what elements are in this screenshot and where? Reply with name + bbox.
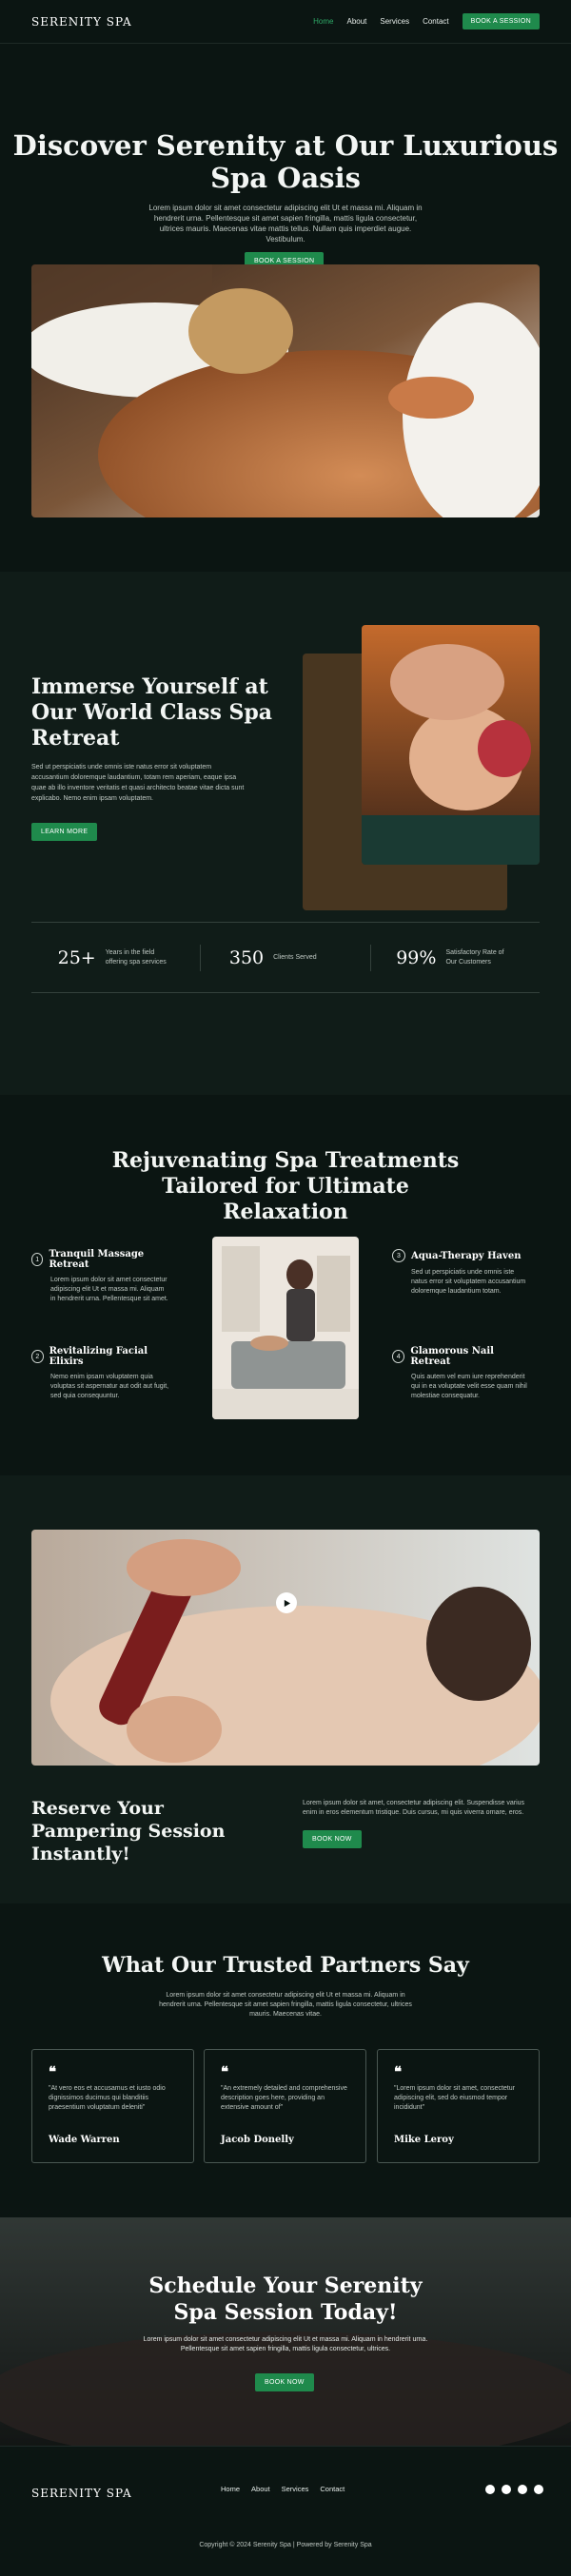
treatment-item-4: 4 Glamorous Nail Retreat Quis autem vel e… <box>392 1346 530 1401</box>
nav-book-button[interactable]: BOOK A SESSION <box>462 13 540 29</box>
treatment-item-2: 2 Revitalizing Facial Elixirs Nemo enim i… <box>31 1346 169 1401</box>
testimonials-section: What Our Trusted Partners Say Lorem ipsu… <box>0 1903 571 2217</box>
testimonial-name: Jacob Donelly <box>221 2135 294 2145</box>
facial-massage-image <box>362 625 540 865</box>
hero-title: Discover Serenity at Our Luxurious Spa O… <box>12 129 559 194</box>
testimonial-name: Wade Warren <box>49 2135 120 2145</box>
stat-clients-value: 350 <box>228 946 265 968</box>
treatment-title: Glamorous Nail Retreat <box>410 1346 494 1367</box>
treatment-text: Nemo enim ipsam voluptatem quia voluptas… <box>50 1374 169 1399</box>
schedule-cta-section: Schedule Your Serenity Spa Session Today… <box>0 2217 571 2446</box>
testimonials-text: Lorem ipsum dolor sit amet consectetur a… <box>159 1992 412 2018</box>
footer-link-about[interactable]: About <box>251 2485 270 2493</box>
testimonial-quote: "An extremely detailed and comprehensive… <box>221 2085 347 2111</box>
stat-satisfaction-value: 99% <box>396 946 437 968</box>
immerse-section: Immerse Yourself at Our World Class Spa … <box>0 572 571 1095</box>
brand-logo[interactable]: SERENITY SPA <box>31 15 132 29</box>
play-icon <box>284 1599 290 1607</box>
treatment-text: Lorem ipsum dolor sit amet consectetur a… <box>50 1277 168 1302</box>
hero-section: Discover Serenity at Our Luxurious Spa O… <box>0 44 571 572</box>
nav-link-services[interactable]: Services <box>380 17 409 26</box>
social-icons <box>485 2485 543 2494</box>
footer-brand[interactable]: SERENITY SPA <box>31 2487 132 2500</box>
facebook-icon[interactable] <box>485 2485 495 2494</box>
cta-title: Schedule Your Serenity Spa Session Today… <box>148 2274 423 2325</box>
treatments-section: Rejuvenating Spa Treatments Tailored for… <box>0 1095 571 1475</box>
book-now-button[interactable]: BOOK NOW <box>303 1830 362 1848</box>
spa-room-image <box>212 1237 359 1419</box>
footer-link-home[interactable]: Home <box>221 2485 240 2493</box>
treatment-number: 3 <box>392 1249 405 1262</box>
reserve-title: Reserve Your Pampering Session Instantly… <box>31 1798 226 1864</box>
treatments-title: Rejuvenating Spa Treatments Tailored for… <box>111 1148 460 1224</box>
footer-link-services[interactable]: Services <box>282 2485 309 2493</box>
quote-icon: ❝ <box>221 2064 229 2080</box>
nav-link-contact[interactable]: Contact <box>423 17 449 26</box>
quote-icon: ❝ <box>394 2064 403 2080</box>
testimonial-name: Mike Leroy <box>394 2135 454 2145</box>
play-button[interactable] <box>276 1592 297 1613</box>
nav-link-about[interactable]: About <box>346 17 366 26</box>
testimonial-card: ❝ "An extremely detailed and comprehensi… <box>204 2049 366 2163</box>
spa-video-thumbnail[interactable] <box>31 1530 540 1766</box>
quote-icon: ❝ <box>49 2064 57 2080</box>
reserve-text: Lorem ipsum dolor sit amet, consectetur … <box>303 1800 525 1816</box>
immerse-title: Immerse Yourself at Our World Class Spa … <box>31 674 273 751</box>
footer-link-contact[interactable]: Contact <box>320 2485 345 2493</box>
footer: SERENITY SPA Home About Services Contact… <box>0 2446 571 2576</box>
stats-bar: 25+ Years in the field offering spa serv… <box>31 922 540 993</box>
treatment-number: 1 <box>31 1253 44 1266</box>
hero-massage-image <box>31 264 540 517</box>
footer-links: Home About Services Contact <box>221 2485 345 2493</box>
copyright-text: Copyright © 2024 Serenity Spa | Powered … <box>199 2542 372 2548</box>
instagram-icon[interactable] <box>502 2485 511 2494</box>
testimonial-quote: "Lorem ipsum dolor sit amet, consectetur… <box>394 2085 515 2111</box>
treatment-text: Sed ut perspiciatis unde omnis iste natu… <box>411 1269 526 1295</box>
stat-years: 25+ Years in the field offering spa serv… <box>31 944 202 971</box>
nav-links: Home About Services Contact <box>313 17 449 26</box>
top-navigation: SERENITY SPA Home About Services Contact… <box>0 0 571 44</box>
treatment-number: 4 <box>392 1350 405 1363</box>
stat-clients: 350 Clients Served <box>201 944 371 971</box>
treatment-title: Tranquil Massage Retreat <box>49 1249 145 1270</box>
reserve-section: Reserve Your Pampering Session Instantly… <box>0 1475 571 1903</box>
cta-background-image <box>0 2217 571 2446</box>
stat-clients-label: Clients Served <box>273 953 317 961</box>
youtube-icon[interactable] <box>534 2485 543 2494</box>
treatment-item-1: 1 Tranquil Massage Retreat Lorem ipsum do… <box>31 1249 169 1304</box>
stat-satisfaction-label: Satisfactory Rate of Our Customers <box>445 948 504 966</box>
testimonials-title: What Our Trusted Partners Say <box>102 1953 469 1978</box>
treatment-title: Aqua-Therapy Haven <box>411 1250 522 1261</box>
learn-more-button[interactable]: LEARN MORE <box>31 823 98 841</box>
treatment-text: Quis autem vel eum iure reprehenderit qu… <box>411 1374 527 1399</box>
treatment-number: 2 <box>31 1350 44 1363</box>
cta-text: Lorem ipsum dolor sit amet consectetur a… <box>143 2336 428 2352</box>
testimonial-quote: "At vero eos et accusamus et iusto odio … <box>49 2085 166 2111</box>
twitter-icon[interactable] <box>518 2485 527 2494</box>
cta-book-now-button[interactable]: BOOK NOW <box>255 2373 314 2391</box>
immerse-text: Sed ut perspiciatis unde omnis iste natu… <box>31 764 245 802</box>
testimonial-card: ❝ "At vero eos et accusamus et iusto odi… <box>31 2049 194 2163</box>
hero-text: Lorem ipsum dolor sit amet consectetur a… <box>148 204 423 244</box>
treatment-item-3: 3 Aqua-Therapy Haven Sed ut perspiciatis … <box>392 1249 530 1297</box>
nav-link-home[interactable]: Home <box>313 17 333 26</box>
stat-years-label: Years in the field offering spa services <box>105 948 167 966</box>
stat-satisfaction: 99% Satisfactory Rate of Our Customers <box>371 945 540 971</box>
stat-years-value: 25+ <box>57 946 96 968</box>
testimonial-card: ❝ "Lorem ipsum dolor sit amet, consectet… <box>377 2049 540 2163</box>
treatment-title: Revitalizing Facial Elixirs <box>49 1346 148 1367</box>
